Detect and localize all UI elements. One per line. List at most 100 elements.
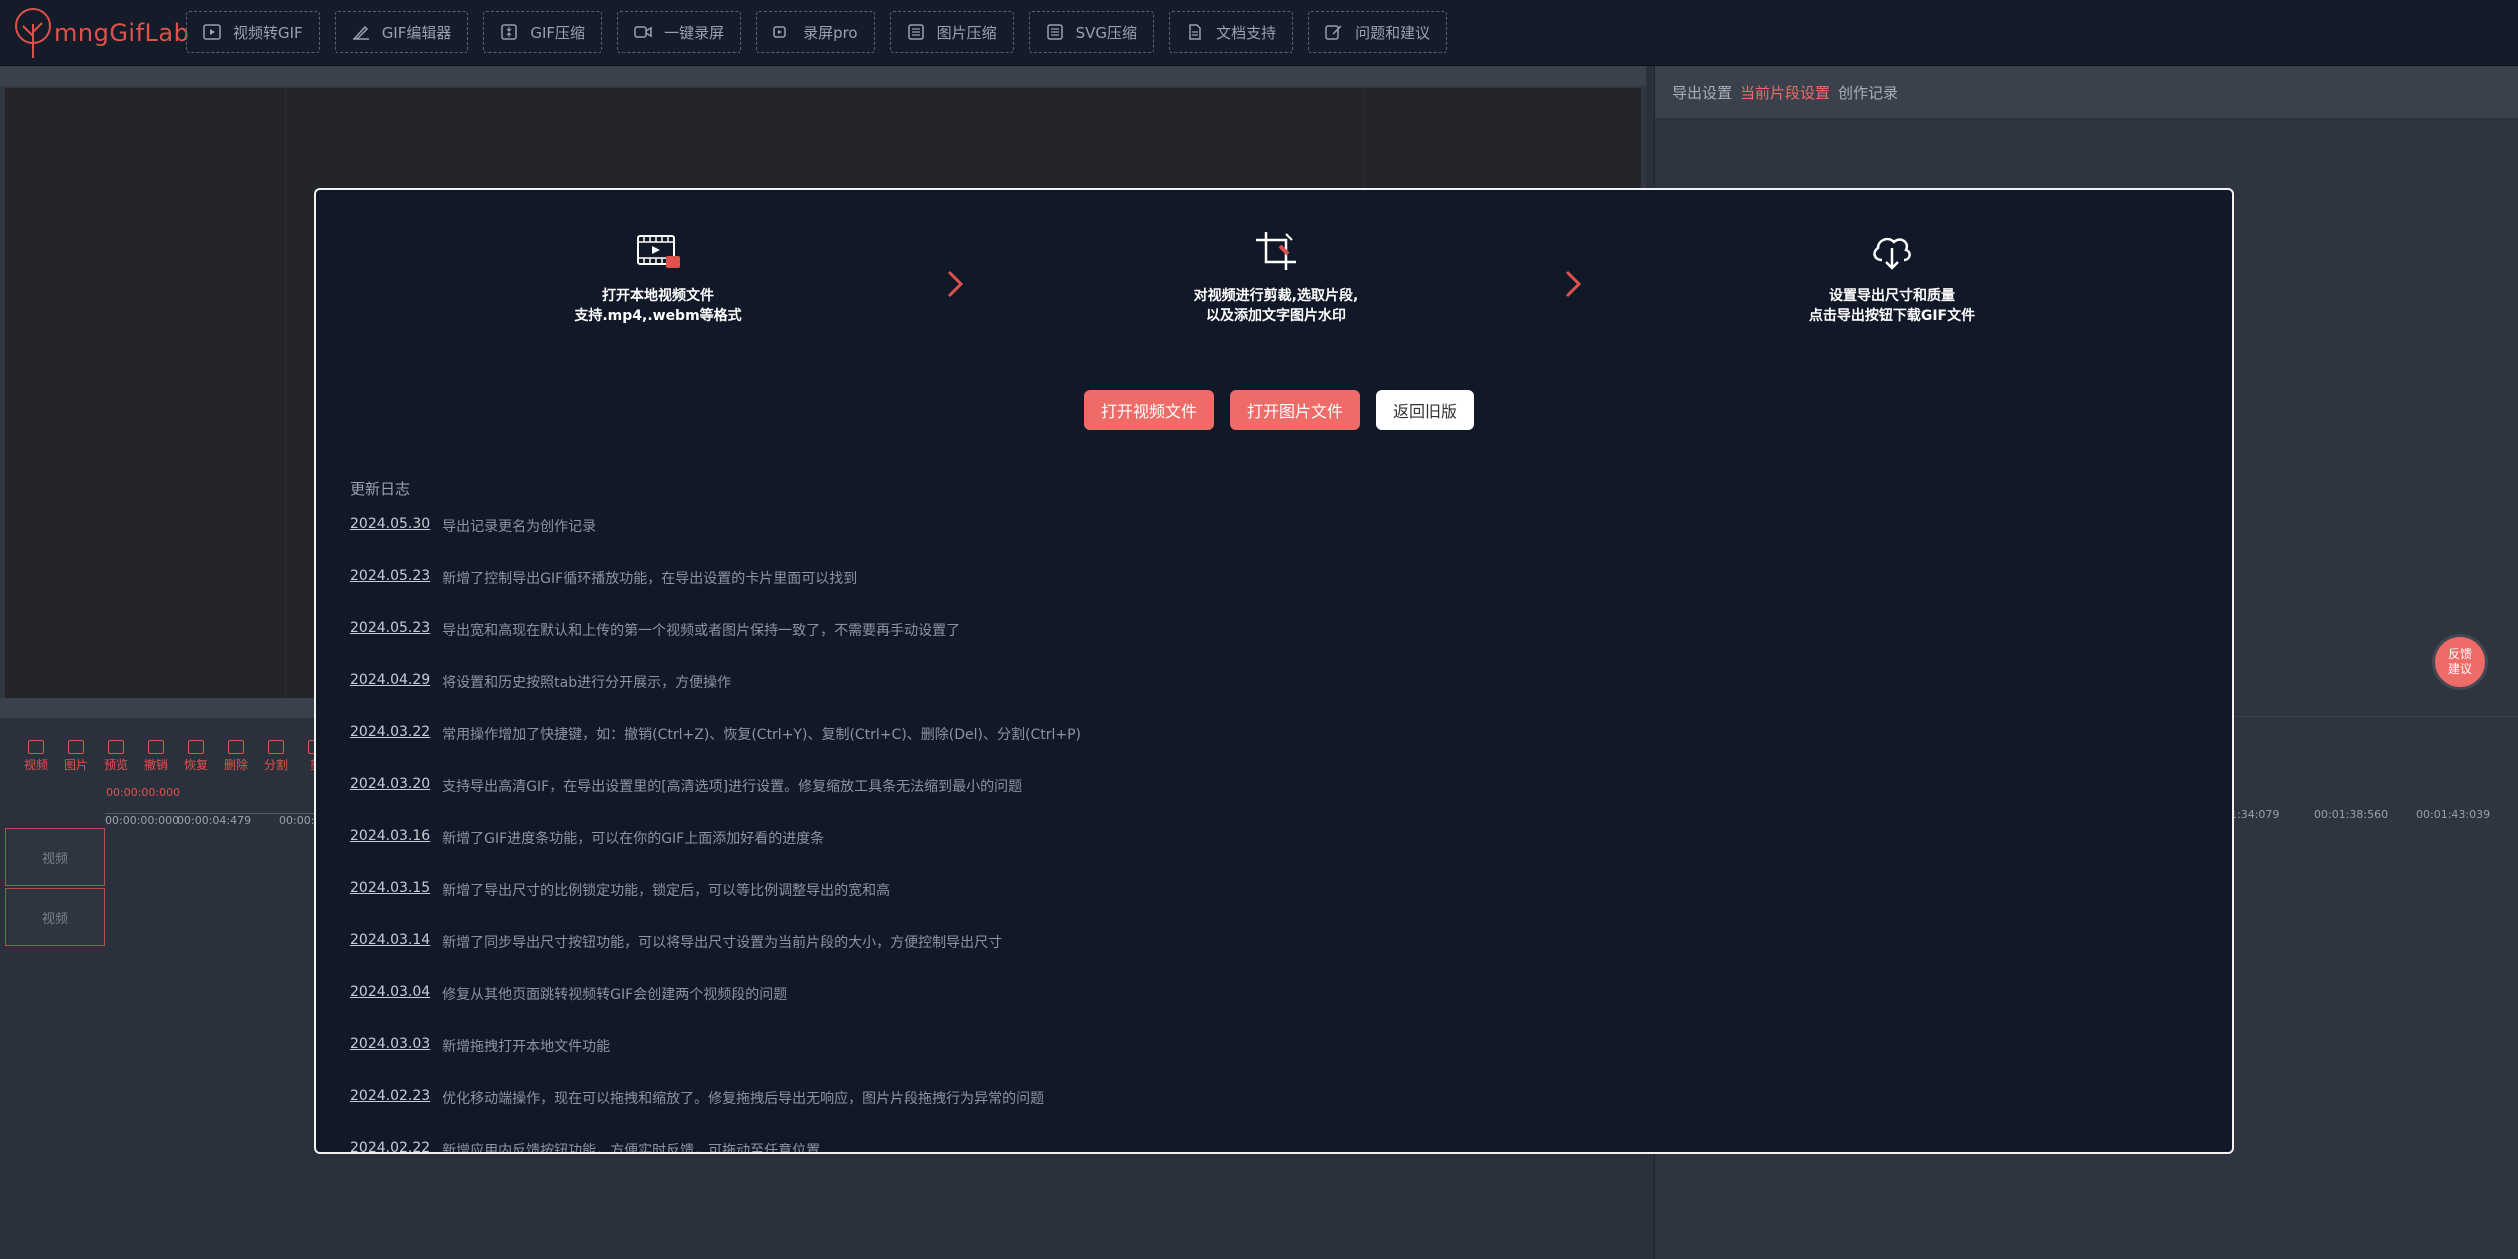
ruler-time: 00:01:43:039 bbox=[2416, 808, 2491, 821]
tab-history[interactable]: 创作记录 bbox=[1838, 82, 1898, 103]
list-item: 2024.03.22 常用操作增加了快捷键，如：撤销(Ctrl+Z)、恢复(Ctr… bbox=[350, 724, 2150, 776]
list-item: 2024.03.04 修复从其他页面跳转视频转GIF会创建两个视频段的问题 bbox=[350, 984, 2150, 1036]
tool-split[interactable]: 分割 bbox=[256, 740, 296, 773]
log-date[interactable]: 2024.03.20 bbox=[350, 776, 430, 828]
tool-preview[interactable]: 预览 bbox=[96, 740, 136, 773]
tool-redo[interactable]: 恢复 bbox=[176, 740, 216, 773]
log-date[interactable]: 2024.03.14 bbox=[350, 932, 430, 984]
log-text: 新增了导出尺寸的比例锁定功能，锁定后，可以等比例调整导出的宽和高 bbox=[442, 883, 891, 899]
nav-screen-record-pro[interactable]: 录屏pro bbox=[756, 11, 875, 53]
cloud-download-icon bbox=[1873, 237, 1911, 270]
video-file-icon bbox=[637, 235, 680, 268]
chevron-right-icon bbox=[1565, 270, 1582, 298]
log-date[interactable]: 2024.03.03 bbox=[350, 1036, 430, 1088]
step-line: 对视频进行剪裁,选取片段, bbox=[1193, 288, 1359, 304]
nav-label: 文档支持 bbox=[1216, 23, 1277, 42]
log-date[interactable]: 2024.05.23 bbox=[350, 568, 430, 620]
film-icon bbox=[203, 24, 221, 40]
ruler-time: 1:34:079 bbox=[2230, 808, 2280, 821]
feedback-label: 建议 bbox=[2447, 662, 2472, 676]
log-text: 优化移动端操作，现在可以拖拽和缩放了。修复拖拽后导出无响应，图片片段拖拽行为异常… bbox=[442, 1091, 1045, 1107]
video-track[interactable]: 视频 bbox=[5, 828, 105, 886]
trash-icon bbox=[228, 740, 244, 754]
tab-export-settings[interactable]: 导出设置 bbox=[1672, 82, 1732, 103]
nav-gif-compress[interactable]: GIF压缩 bbox=[483, 11, 603, 53]
step-export: 设置导出尺寸和质量 点击导出按钮下载GIF文件 bbox=[1692, 230, 2092, 326]
redo-icon bbox=[188, 740, 204, 754]
pen-icon bbox=[352, 25, 369, 40]
tool-delete[interactable]: 删除 bbox=[216, 740, 256, 773]
ruler-times-right: 1:34:079 00:01:38:560 00:01:43:039 bbox=[2230, 716, 2518, 826]
nav-label: 视频转GIF bbox=[233, 23, 303, 42]
nav-label: GIF压缩 bbox=[530, 23, 586, 42]
step-line: 支持.mp4,.webm等格式 bbox=[574, 308, 742, 324]
list-item: 2024.05.30 导出记录更名为创作记录 bbox=[350, 516, 2150, 568]
log-date[interactable]: 2024.02.22 bbox=[350, 1140, 430, 1152]
tool-label: 预览 bbox=[103, 758, 128, 772]
nav-image-compress[interactable]: 图片压缩 bbox=[889, 11, 1014, 53]
video-track[interactable]: 视频 bbox=[5, 888, 105, 946]
log-text: 新增了同步导出尺寸按钮功能，可以将导出尺寸设置为当前片段的大小，方便控制导出尺寸 bbox=[442, 935, 1003, 951]
logo[interactable]: mngGifLab bbox=[8, 6, 189, 60]
log-text: 常用操作增加了快捷键，如：撤销(Ctrl+Z)、恢复(Ctrl+Y)、复制(Ct… bbox=[442, 727, 1081, 743]
changelog-title: 更新日志 bbox=[350, 480, 411, 498]
log-text: 新增拖拽打开本地文件功能 bbox=[442, 1039, 611, 1055]
nav-docs[interactable]: 文档支持 bbox=[1169, 11, 1294, 53]
tool-add-video[interactable]: 视频 bbox=[16, 740, 56, 773]
camera-icon bbox=[773, 26, 786, 38]
tool-undo[interactable]: 撤销 bbox=[136, 740, 176, 773]
canvas-divider bbox=[285, 88, 286, 698]
log-text: 新增了GIF进度条功能，可以在你的GIF上面添加好看的进度条 bbox=[442, 831, 825, 847]
step-open-video: 打开本地视频文件 支持.mp4,.webm等格式 bbox=[458, 230, 858, 326]
list-item: 2024.05.23 导出宽和高现在默认和上传的第一个视频或者图片保持一致了，不需… bbox=[350, 620, 2150, 672]
open-image-button[interactable]: 打开图片文件 bbox=[1230, 390, 1361, 430]
nav-label: 图片压缩 bbox=[936, 23, 997, 42]
step-line: 设置导出尺寸和质量 bbox=[1829, 288, 1955, 304]
step-line: 以及添加文字图片水印 bbox=[1206, 308, 1346, 324]
logo-text: mngGifLab bbox=[54, 19, 190, 47]
image-icon bbox=[907, 24, 924, 40]
changelog-list: 2024.05.30 导出记录更名为创作记录 2024.05.23 新增了控制导出G… bbox=[350, 516, 2150, 1154]
back-old-version-button[interactable]: 返回旧版 bbox=[1376, 390, 1475, 430]
chevron-right-icon bbox=[947, 270, 964, 298]
tool-add-image[interactable]: 图片 bbox=[56, 740, 96, 773]
feedback-button[interactable]: 反馈 建议 bbox=[2435, 637, 2485, 687]
log-date[interactable]: 2024.03.22 bbox=[350, 724, 430, 776]
log-text: 新增了控制导出GIF循环播放功能，在导出设置的卡片里面可以找到 bbox=[442, 571, 858, 587]
tool-label: 分割 bbox=[263, 758, 288, 772]
log-text: 新增应用内反馈按钮功能，方便实时反馈，可拖动至任意位置 bbox=[442, 1143, 821, 1154]
tab-clip-settings[interactable]: 当前片段设置 bbox=[1740, 82, 1830, 103]
log-date[interactable]: 2024.03.15 bbox=[350, 880, 430, 932]
camera-icon bbox=[634, 26, 652, 38]
list-item: 2024.03.14 新增了同步导出尺寸按钮功能，可以将导出尺寸设置为当前片段的大… bbox=[350, 932, 2150, 984]
main-nav: 视频转GIF GIF编辑器 GIF压缩 一键录屏 录屏pro 图片压缩 SVG压… bbox=[186, 11, 1462, 53]
log-date[interactable]: 2024.02.23 bbox=[350, 1088, 430, 1140]
tree-logo-icon bbox=[15, 8, 51, 58]
nav-screen-record[interactable]: 一键录屏 bbox=[617, 11, 742, 53]
log-date[interactable]: 2024.05.23 bbox=[350, 620, 430, 672]
settings-tabs: 导出设置 当前片段设置 创作记录 bbox=[1655, 66, 2518, 118]
editor-top-strip bbox=[0, 66, 1646, 86]
list-item: 2024.03.03 新增拖拽打开本地文件功能 bbox=[350, 1036, 2150, 1088]
undo-icon bbox=[148, 740, 164, 754]
document-icon bbox=[1189, 24, 1201, 40]
playhead-time[interactable]: 00:00:00:000 bbox=[106, 786, 180, 799]
log-date[interactable]: 2024.05.30 bbox=[350, 516, 430, 568]
feedback-label: 反馈 bbox=[2447, 647, 2472, 661]
open-video-button[interactable]: 打开视频文件 bbox=[1084, 390, 1215, 430]
log-date[interactable]: 2024.03.16 bbox=[350, 828, 430, 880]
step-edit-video: 对视频进行剪裁,选取片段, 以及添加文字图片水印 bbox=[1076, 230, 1476, 326]
nav-feedback[interactable]: 问题和建议 bbox=[1308, 11, 1448, 53]
log-date[interactable]: 2024.03.04 bbox=[350, 984, 430, 1036]
tool-label: 删除 bbox=[223, 758, 248, 772]
log-date[interactable]: 2024.04.29 bbox=[350, 672, 430, 724]
step-line: 点击导出按钮下载GIF文件 bbox=[1808, 308, 1976, 324]
nav-label: 问题和建议 bbox=[1355, 23, 1431, 42]
nav-label: GIF编辑器 bbox=[381, 23, 452, 42]
list-item: 2024.04.29 将设置和历史按照tab进行分开展示，方便操作 bbox=[350, 672, 2150, 724]
nav-svg-compress[interactable]: SVG压缩 bbox=[1028, 11, 1155, 53]
nav-gif-editor[interactable]: GIF编辑器 bbox=[334, 11, 469, 53]
track-label: 视频 bbox=[41, 851, 68, 867]
tool-label: 撤销 bbox=[143, 758, 168, 772]
nav-video-to-gif[interactable]: 视频转GIF bbox=[186, 11, 320, 53]
